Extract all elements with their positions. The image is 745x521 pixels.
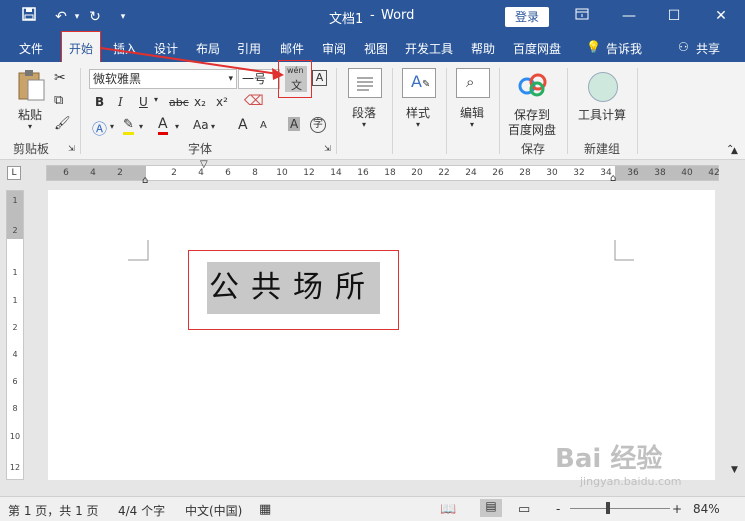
ruler-number: 18 (384, 168, 396, 178)
watermark-url: jingyan.baidu.com (580, 475, 682, 488)
scroll-up-icon[interactable]: ▲ (731, 146, 738, 156)
tab-selector-icon[interactable]: L (7, 166, 21, 180)
ruler-number: 20 (411, 168, 423, 178)
document-text[interactable]: 公共场所 (207, 262, 380, 314)
indent-marker-icon[interactable]: ⌂ (142, 176, 152, 188)
document-page[interactable] (48, 190, 715, 480)
vruler-number: 2 (12, 323, 18, 332)
ruler-number: 2 (117, 168, 123, 178)
macro-icon[interactable]: ▦ (259, 502, 271, 517)
read-mode-icon[interactable]: 📖 (440, 502, 456, 517)
vruler-number: 10 (9, 432, 21, 441)
margin-corner-tr (614, 240, 634, 261)
ruler-number: 14 (330, 168, 342, 178)
ruler-number: 38 (654, 168, 666, 178)
web-layout-icon[interactable]: ▭ (518, 502, 530, 517)
ruler-number: 28 (519, 168, 531, 178)
ruler-number: 22 (438, 168, 450, 178)
zoom-slider-track[interactable] (570, 508, 670, 509)
ruler-number: 4 (90, 168, 96, 178)
vruler-number: 4 (12, 350, 18, 359)
ruler-number: 2 (171, 168, 177, 178)
ruler-number: 26 (492, 168, 504, 178)
status-bar: 第 1 页，共 1 页 4/4 个字 中文(中国) ▦ 📖 ▤ ▭ - + 84… (0, 496, 745, 521)
language-status[interactable]: 中文(中国) (185, 502, 242, 519)
ruler-number: 10 (276, 168, 288, 178)
ruler-number: 16 (357, 168, 369, 178)
right-indent-icon[interactable]: ⌂ (610, 174, 620, 186)
scroll-down-icon[interactable]: ▼ (731, 465, 738, 475)
ruler-number: 36 (627, 168, 639, 178)
ruler-number: 24 (465, 168, 477, 178)
word-count[interactable]: 4/4 个字 (118, 502, 165, 519)
vruler-number: 2 (12, 226, 18, 235)
zoom-level[interactable]: 84% (693, 502, 720, 516)
vertical-scrollbar[interactable]: ▲ ▼ (727, 146, 745, 480)
vruler-number: 12 (9, 463, 21, 472)
ruler-number: 42 (708, 168, 720, 178)
page-count[interactable]: 第 1 页，共 1 页 (8, 502, 99, 519)
ruler-number: 40 (681, 168, 693, 178)
vruler-number: 1 (12, 196, 18, 205)
vruler-number: 1 (12, 268, 18, 277)
vruler-number: 6 (12, 377, 18, 386)
zoom-out-button[interactable]: - (556, 502, 560, 516)
zoom-in-button[interactable]: + (672, 502, 682, 516)
ruler-number: 6 (225, 168, 231, 178)
margin-corner-tl (128, 240, 149, 261)
print-layout-icon[interactable]: ▤ (480, 499, 502, 517)
first-line-indent-icon[interactable]: ▽ (200, 160, 210, 170)
watermark-logo: Bai 经验 (555, 444, 663, 474)
ruler-number: 30 (546, 168, 558, 178)
ruler-number: 12 (303, 168, 315, 178)
ruler-number: 8 (252, 168, 258, 178)
zoom-slider-thumb[interactable] (606, 502, 610, 514)
vruler-number: 8 (12, 404, 18, 413)
ruler-number: 32 (573, 168, 585, 178)
ruler-number: 6 (63, 168, 69, 178)
vruler-number: 1 (12, 296, 18, 305)
